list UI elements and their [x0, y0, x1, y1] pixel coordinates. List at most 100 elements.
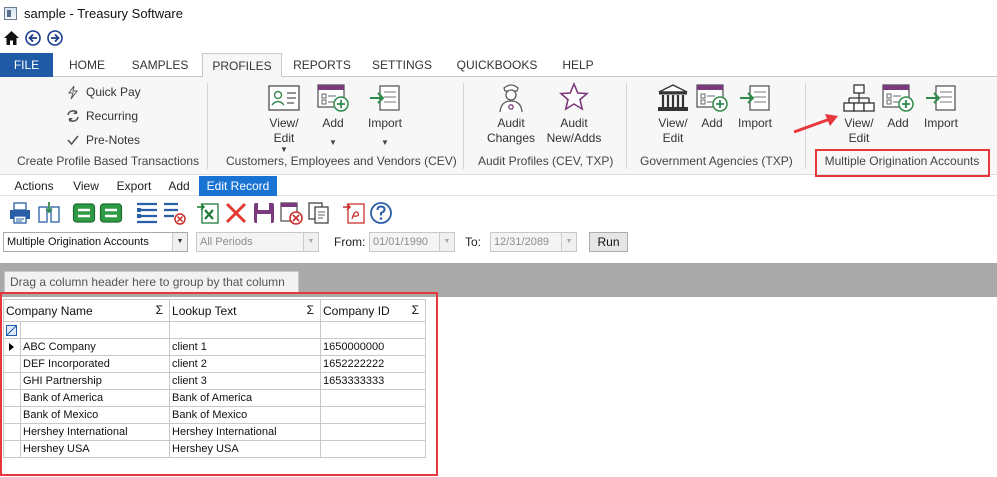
app-icon — [4, 6, 17, 20]
forward-icon[interactable] — [46, 29, 64, 47]
moa-view-edit-button[interactable]: View/ Edit — [838, 83, 880, 146]
menu-add[interactable]: Add — [161, 176, 197, 196]
add-label: Add — [322, 116, 344, 130]
tab-file[interactable]: FILE — [0, 53, 53, 77]
menu-actions[interactable]: Actions — [6, 176, 62, 196]
add-form-icon — [882, 84, 914, 112]
period-select[interactable]: All Periods ▼ — [196, 232, 319, 252]
export-pdf-icon[interactable] — [342, 201, 366, 225]
gov-add-button[interactable]: Add — [694, 83, 730, 131]
menu-edit-record[interactable]: Edit Record — [199, 176, 277, 196]
contact-card-icon — [268, 85, 300, 111]
gov-import-button[interactable]: Import — [734, 83, 776, 131]
moa-add-button[interactable]: Add — [880, 83, 916, 131]
tab-profiles[interactable]: PROFILES — [202, 53, 282, 78]
import-icon — [740, 85, 770, 111]
gov-add-label: Add — [701, 116, 723, 130]
toolbar — [0, 198, 997, 228]
home-icon[interactable] — [2, 29, 20, 47]
print-icon[interactable] — [8, 201, 32, 225]
recurring-icon — [67, 110, 79, 122]
copy-icon[interactable] — [307, 201, 331, 225]
menu-export[interactable]: Export — [110, 176, 158, 196]
cev-import-button[interactable]: Import ▼ — [362, 83, 408, 147]
audit-new-adds-line2: New/Adds — [546, 131, 602, 145]
to-date-picker[interactable]: 12/31/2089 ▼ — [490, 232, 577, 252]
chevron-down-icon: ▼ — [561, 233, 576, 251]
moa-view-edit-line1: View/ — [844, 116, 874, 130]
cev-add-button[interactable]: Add ▼ — [313, 83, 353, 147]
window-title: sample - Treasury Software — [24, 5, 183, 21]
chevron-down-icon: ▼ — [303, 233, 318, 251]
group-by-panel[interactable]: Drag a column header here to group by th… — [4, 271, 299, 293]
tab-help[interactable]: HELP — [554, 53, 602, 77]
tab-samples[interactable]: SAMPLES — [124, 53, 196, 77]
chevron-down-icon: ▼ — [172, 233, 187, 251]
help-icon[interactable] — [369, 201, 393, 225]
pre-notes-label: Pre-Notes — [86, 133, 141, 147]
ribbon-divider — [207, 83, 208, 169]
export-excel-icon[interactable] — [196, 201, 220, 225]
quick-pay-label: Quick Pay — [86, 85, 141, 99]
hierarchy-icon — [843, 84, 875, 112]
tab-reports[interactable]: REPORTS — [288, 53, 356, 77]
tab-settings[interactable]: SETTINGS — [366, 53, 438, 77]
annotation-highlight-box — [0, 292, 438, 476]
cev-view-edit-button[interactable]: View/ Edit ▼ — [262, 83, 306, 154]
import-label: Import — [367, 116, 402, 130]
moa-import-label: Import — [923, 116, 958, 130]
gov-import-label: Import — [737, 116, 772, 130]
audit-changes-button[interactable]: Audit Changes — [485, 81, 537, 146]
column-chooser-icon[interactable] — [135, 201, 159, 225]
checkmark-icon — [67, 135, 79, 146]
tab-home[interactable]: HOME — [60, 53, 114, 77]
dropdown-caret-icon: ▼ — [280, 145, 288, 154]
audit-new-adds-button[interactable]: Audit New/Adds — [543, 81, 605, 146]
back-icon[interactable] — [24, 29, 42, 47]
save-icon[interactable] — [252, 201, 276, 225]
menu-view[interactable]: View — [65, 176, 107, 196]
moa-import-button[interactable]: Import — [920, 83, 962, 131]
ribbon-tabs: FILE HOME SAMPLES PROFILES REPORTS SETTI… — [0, 53, 997, 78]
dropdown-caret-icon: ▼ — [329, 138, 337, 147]
import-icon — [370, 85, 400, 111]
clear-filter-icon[interactable] — [162, 201, 186, 225]
gov-view-edit-line1: View/ — [658, 116, 688, 130]
from-date-value: 01/01/1990 — [373, 236, 429, 248]
delete-icon[interactable] — [224, 201, 248, 225]
annotation-highlight-box — [815, 149, 990, 177]
add-form-icon — [696, 84, 728, 112]
recurring-button[interactable]: Recurring — [66, 106, 138, 126]
add-form-icon — [317, 84, 349, 112]
from-date-picker[interactable]: 01/01/1990 ▼ — [369, 232, 455, 252]
print-preview-icon[interactable] — [37, 201, 61, 225]
tab-quickbooks[interactable]: QUICKBOOKS — [452, 53, 542, 77]
auditor-icon — [499, 84, 523, 113]
star-icon — [558, 81, 590, 111]
ribbon-divider — [626, 83, 627, 169]
gov-view-edit-button[interactable]: View/ Edit — [651, 83, 695, 146]
profile-type-select[interactable]: Multiple Origination Accounts ▼ — [3, 232, 188, 252]
chevron-down-icon: ▼ — [439, 233, 454, 251]
to-label: To: — [465, 235, 482, 249]
quick-pay-button[interactable]: Quick Pay — [66, 82, 141, 102]
to-date-value: 12/31/2089 — [494, 236, 550, 248]
run-button[interactable]: Run — [589, 232, 628, 252]
ribbon-divider — [463, 83, 464, 169]
collapse-all-icon[interactable] — [99, 201, 123, 225]
group-label-gov: Government Agencies (TXP) — [640, 154, 793, 168]
menu-bar: Actions View Export Add Edit Record — [0, 176, 997, 196]
filter-bar: Multiple Origination Accounts ▼ All Peri… — [0, 230, 997, 256]
expand-all-icon[interactable] — [72, 201, 96, 225]
import-icon — [926, 85, 956, 111]
cancel-edit-icon[interactable] — [279, 201, 303, 225]
gov-view-edit-line2: Edit — [662, 131, 684, 145]
view-edit-line1: View/ — [269, 116, 299, 130]
profile-type-value: Multiple Origination Accounts — [7, 236, 149, 248]
title-bar: sample - Treasury Software — [0, 0, 997, 26]
period-value: All Periods — [200, 236, 253, 248]
audit-changes-line2: Changes — [486, 131, 536, 145]
lightning-icon — [68, 85, 78, 99]
pre-notes-button[interactable]: Pre-Notes — [66, 130, 140, 150]
quick-access-toolbar — [2, 28, 64, 48]
